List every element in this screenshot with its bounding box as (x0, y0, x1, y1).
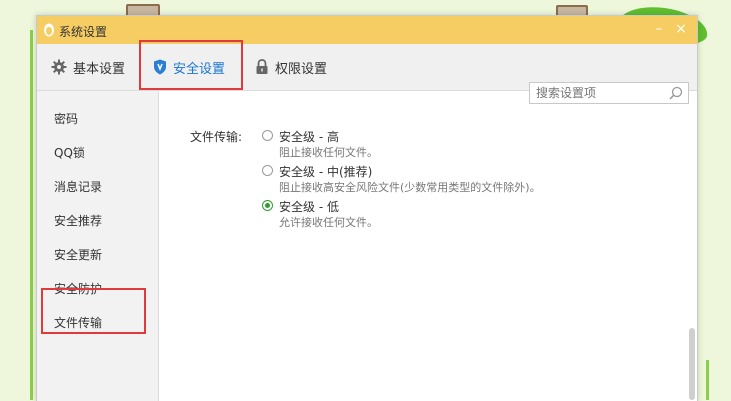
sidebar-item-security-recommend[interactable]: 安全推荐 (54, 211, 102, 231)
tab-permission-settings[interactable]: 权限设置 (255, 44, 327, 90)
radio-button[interactable] (262, 165, 273, 176)
option-description: 允许接收任何文件。 (279, 216, 378, 229)
sidebar-item-message-history[interactable]: 消息记录 (54, 177, 102, 197)
minimize-button[interactable]: – (649, 19, 669, 39)
tab-basic-settings[interactable]: 基本设置 (51, 44, 125, 90)
highlight-frame-file-transfer (41, 288, 146, 334)
highlight-frame-security-tab (139, 40, 243, 90)
window-title: 系统设置 (59, 25, 108, 39)
radio-button-checked[interactable] (262, 200, 273, 211)
gear-icon (51, 59, 67, 75)
settings-content: 文件传输: 安全级 - 高 阻止接收任何文件。 安全级 - 中(推荐) 阻止接收… (159, 91, 697, 401)
lock-icon (256, 59, 268, 74)
radio-button[interactable] (262, 130, 273, 141)
field-label-file-transfer: 文件传输: (190, 130, 243, 144)
tab-label: 权限设置 (275, 61, 328, 77)
tab-label: 基本设置 (73, 61, 126, 77)
decor-stem-right (706, 360, 709, 400)
title-bar: 系统设置 – × (37, 16, 697, 44)
sidebar-item-security-update[interactable]: 安全更新 (54, 245, 102, 265)
option-description: 阻止接收高安全风险文件(少数常用类型的文件除外)。 (279, 181, 541, 194)
option-description: 阻止接收任何文件。 (279, 146, 378, 159)
scrollbar-thumb[interactable] (689, 328, 695, 400)
tab-bar: 基本设置 安全设置 权限设置 (37, 44, 697, 104)
settings-window: 系统设置 – × 基本设置 安全设置 权限设置 搜索设置项 密码 QQ锁 消息记… (36, 15, 698, 401)
sidebar-item-password[interactable]: 密码 (54, 109, 78, 129)
qq-penguin-icon (44, 23, 54, 37)
option-title: 安全级 - 中(推荐) (279, 165, 373, 179)
sidebar-item-qq-lock[interactable]: QQ锁 (54, 143, 85, 163)
option-title: 安全级 - 高 (279, 130, 339, 144)
sidebar: 密码 QQ锁 消息记录 安全推荐 安全更新 安全防护 文件传输 (37, 91, 159, 401)
decor-stem-left (30, 30, 33, 400)
option-title: 安全级 - 低 (279, 200, 339, 214)
close-button[interactable]: × (671, 19, 691, 39)
